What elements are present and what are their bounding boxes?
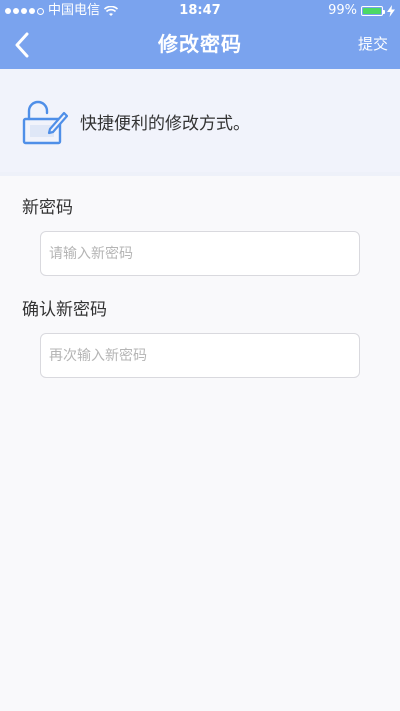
navigation-bar: 修改密码 提交 bbox=[0, 22, 400, 69]
header: 中国电信 18:47 99% 修改密码 提交 bbox=[0, 0, 400, 69]
charging-icon bbox=[387, 5, 395, 17]
battery-icon bbox=[361, 6, 385, 16]
submit-button[interactable]: 提交 bbox=[358, 22, 388, 69]
status-right: 99% bbox=[328, 0, 395, 22]
lock-edit-icon bbox=[22, 100, 68, 145]
new-password-field[interactable] bbox=[40, 231, 360, 276]
status-bar: 中国电信 18:47 99% bbox=[0, 0, 400, 22]
page-title: 修改密码 bbox=[158, 32, 242, 56]
confirm-password-field[interactable] bbox=[40, 333, 360, 378]
confirm-password-input[interactable] bbox=[41, 334, 359, 377]
new-password-input[interactable] bbox=[41, 232, 359, 275]
info-banner: 快捷便利的修改方式。 bbox=[0, 69, 400, 176]
confirm-password-label: 确认新密码 bbox=[22, 300, 107, 320]
battery-percentage: 99% bbox=[328, 3, 357, 18]
banner-message: 快捷便利的修改方式。 bbox=[80, 114, 250, 134]
new-password-label: 新密码 bbox=[22, 198, 73, 218]
